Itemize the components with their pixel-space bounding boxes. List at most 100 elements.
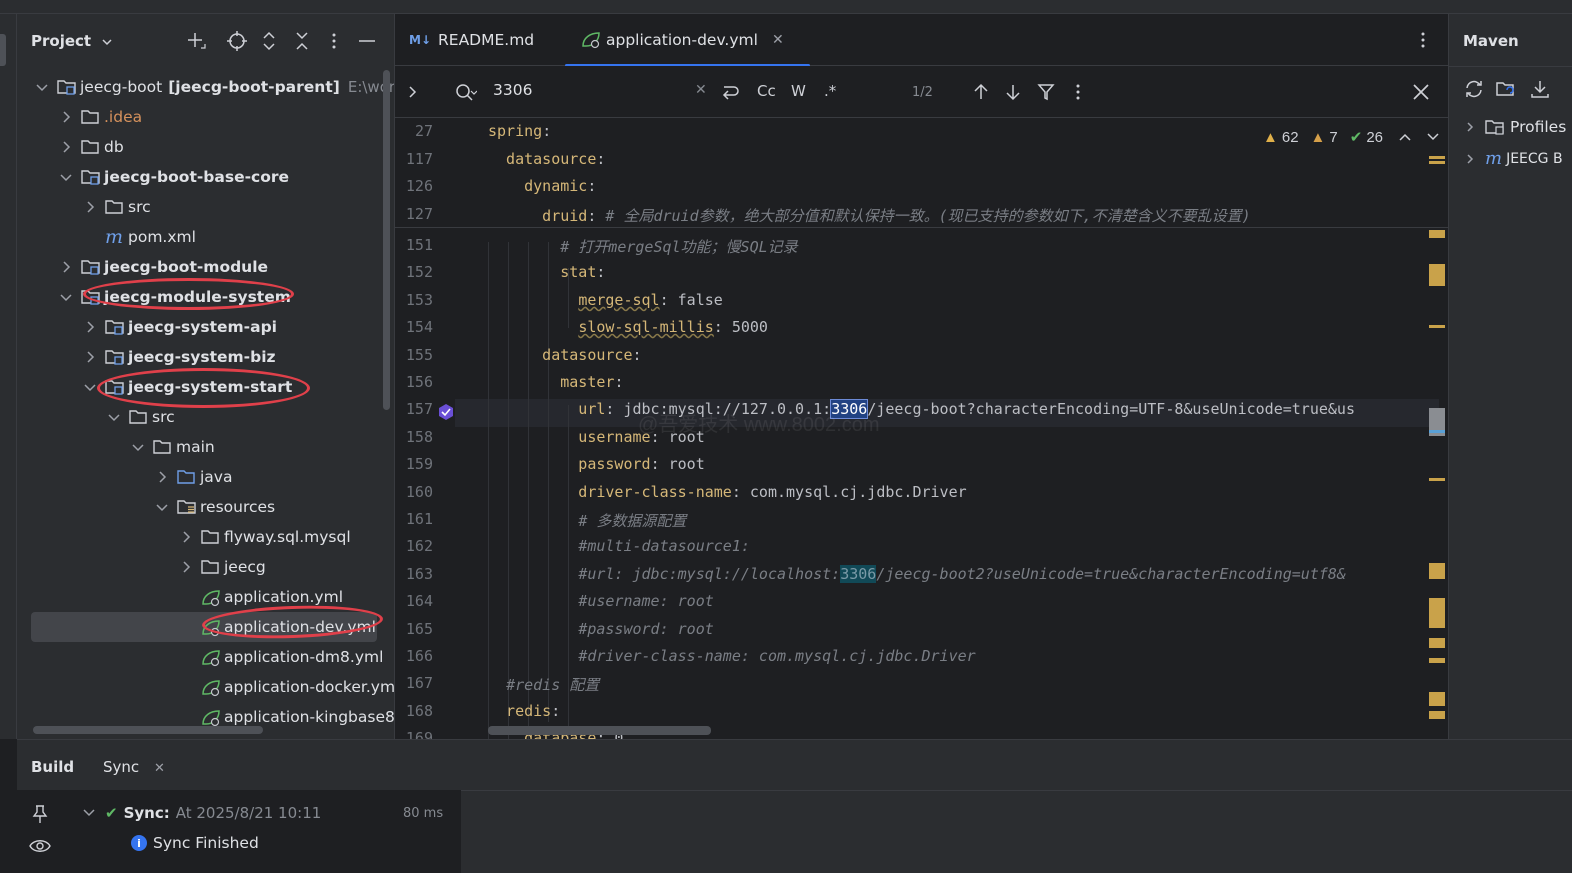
- tree-item[interactable]: jeecg-boot[jeecg-boot-parent]E:\worksa: [17, 72, 394, 102]
- sync-finished-row[interactable]: i Sync Finished: [131, 834, 259, 852]
- tab-readme[interactable]: M↓ README.md: [409, 14, 534, 66]
- whole-words-toggle[interactable]: W: [791, 82, 806, 100]
- error-stripe[interactable]: [1429, 118, 1448, 738]
- tree-item[interactable]: jeecg-system-api: [17, 312, 394, 342]
- chevron-right-icon[interactable]: [179, 560, 193, 574]
- tree-item[interactable]: src: [17, 192, 394, 222]
- generate-sources-icon[interactable]: [1495, 78, 1517, 100]
- clear-search-icon[interactable]: ✕: [695, 82, 707, 98]
- tree-item[interactable]: jeecg: [17, 552, 394, 582]
- expand-all-icon[interactable]: [258, 30, 280, 52]
- tree-item[interactable]: .idea: [17, 102, 394, 132]
- project-tool-indicator[interactable]: [0, 34, 6, 66]
- more-tabs-icon[interactable]: [1413, 30, 1433, 50]
- editor-tab-bar: M↓ README.md application-dev.yml ✕: [395, 14, 1448, 67]
- chevron-right-icon[interactable]: [405, 82, 421, 102]
- more-options-icon[interactable]: [323, 30, 345, 52]
- tree-item[interactable]: resources: [17, 492, 394, 522]
- code-token: :: [596, 149, 606, 168]
- chevron-down-icon[interactable]: [107, 410, 121, 424]
- minimize-icon[interactable]: [356, 30, 378, 52]
- maven-item-profiles[interactable]: Profiles: [1465, 118, 1566, 136]
- sync-finished-label: Sync Finished: [153, 834, 259, 852]
- close-icon[interactable]: ✕: [154, 761, 165, 776]
- chevron-up-icon[interactable]: [1399, 132, 1411, 142]
- code-line: slow-sql-millis: 5000: [488, 318, 768, 336]
- code-token: druid: [488, 206, 588, 225]
- regex-toggle[interactable]: .*: [824, 82, 836, 100]
- tree-item-label: application-kingbase8.y: [224, 708, 394, 726]
- chevron-down-icon[interactable]: [59, 170, 73, 184]
- project-horizontal-scrollbar[interactable]: [33, 726, 263, 734]
- tab-sync[interactable]: Sync ✕: [103, 758, 165, 776]
- tree-item[interactable]: java: [17, 462, 394, 492]
- tree-item[interactable]: application-dm8.yml: [17, 642, 394, 672]
- search-icon[interactable]: [455, 82, 477, 102]
- module-folder-icon: [105, 319, 124, 335]
- chevron-down-icon[interactable]: [59, 290, 73, 304]
- tab-application-dev[interactable]: application-dev.yml ✕: [565, 14, 810, 67]
- project-view-selector[interactable]: Project: [31, 32, 112, 50]
- line-number: 156: [405, 373, 433, 391]
- chevron-right-icon[interactable]: [59, 260, 73, 274]
- add-icon[interactable]: [185, 30, 207, 52]
- inspection-widget[interactable]: ▲ 62 ▲ 7 ✔ 26: [1263, 128, 1439, 146]
- chevron-down-icon[interactable]: [83, 380, 97, 394]
- search-input[interactable]: 3306: [493, 81, 693, 99]
- chevron-right-icon[interactable]: [155, 470, 169, 484]
- info-icon: i: [131, 835, 147, 851]
- code-editor[interactable]: 151 # 打开mergeSql功能；慢SQL记录 152 stat: 153 me…: [395, 118, 1448, 739]
- download-icon[interactable]: [1529, 78, 1551, 100]
- code-token: :: [596, 263, 606, 282]
- chevron-right-icon: [1465, 153, 1475, 165]
- tree-item-label: main: [176, 438, 215, 456]
- code-token: slow-sql-millis: [578, 318, 714, 337]
- collapse-all-icon[interactable]: [291, 30, 313, 52]
- chevron-right-icon[interactable]: [83, 200, 97, 214]
- project-vertical-scrollbar[interactable]: [383, 70, 390, 410]
- match-count: 1/2: [912, 85, 933, 100]
- sync-row[interactable]: ✔ Sync: At 2025/8/21 10:11: [83, 804, 321, 822]
- check-icon: ✔: [1349, 129, 1363, 146]
- yaml-leaf-icon: [581, 31, 601, 49]
- chevron-right-icon[interactable]: [83, 320, 97, 334]
- code-token: datasource: [488, 149, 597, 168]
- close-find-icon[interactable]: [1411, 82, 1431, 102]
- chevron-right-icon[interactable]: [59, 110, 73, 124]
- editor-horizontal-scrollbar[interactable]: [488, 726, 711, 735]
- line-number: 169: [405, 729, 433, 739]
- chevron-down-icon[interactable]: [131, 440, 145, 454]
- profiles-folder-icon: [1485, 119, 1505, 135]
- tree-item[interactable]: application-docker.yml: [17, 672, 394, 702]
- more-options-icon[interactable]: [1068, 82, 1088, 102]
- chevron-down-icon[interactable]: [155, 500, 169, 514]
- chevron-down-icon[interactable]: [1427, 132, 1439, 142]
- eye-icon[interactable]: [29, 838, 51, 854]
- build-panel-title[interactable]: Build: [31, 758, 74, 776]
- tree-item[interactable]: flyway.sql.mysql: [17, 522, 394, 552]
- tree-item-label: application-dm8.yml: [224, 648, 384, 666]
- chevron-down-icon[interactable]: [35, 80, 49, 94]
- chevron-right-icon[interactable]: [59, 140, 73, 154]
- tree-item[interactable]: main: [17, 432, 394, 462]
- tree-item-label: jeecg-system-biz: [128, 348, 276, 366]
- arrow-up-icon[interactable]: [971, 82, 991, 102]
- tree-item[interactable]: jeecg-boot-base-core: [17, 162, 394, 192]
- tree-item[interactable]: db: [17, 132, 394, 162]
- line-number: 158: [405, 427, 433, 446]
- regex-newline-icon[interactable]: [720, 82, 740, 102]
- code-token: :: [632, 345, 642, 364]
- arrow-down-icon[interactable]: [1003, 82, 1023, 102]
- maven-item-project[interactable]: m JEECG B: [1465, 148, 1563, 169]
- reload-icon[interactable]: [1463, 78, 1485, 100]
- pin-icon[interactable]: [31, 804, 49, 824]
- match-case-toggle[interactable]: Cc: [757, 82, 776, 100]
- chevron-right-icon[interactable]: [83, 350, 97, 364]
- code-line: stat:: [488, 263, 605, 281]
- close-icon[interactable]: ✕: [772, 32, 784, 48]
- tree-item[interactable]: m pom.xml: [17, 222, 394, 252]
- locate-icon[interactable]: [226, 30, 248, 52]
- chevron-right-icon[interactable]: [179, 530, 193, 544]
- filter-icon[interactable]: [1036, 82, 1056, 102]
